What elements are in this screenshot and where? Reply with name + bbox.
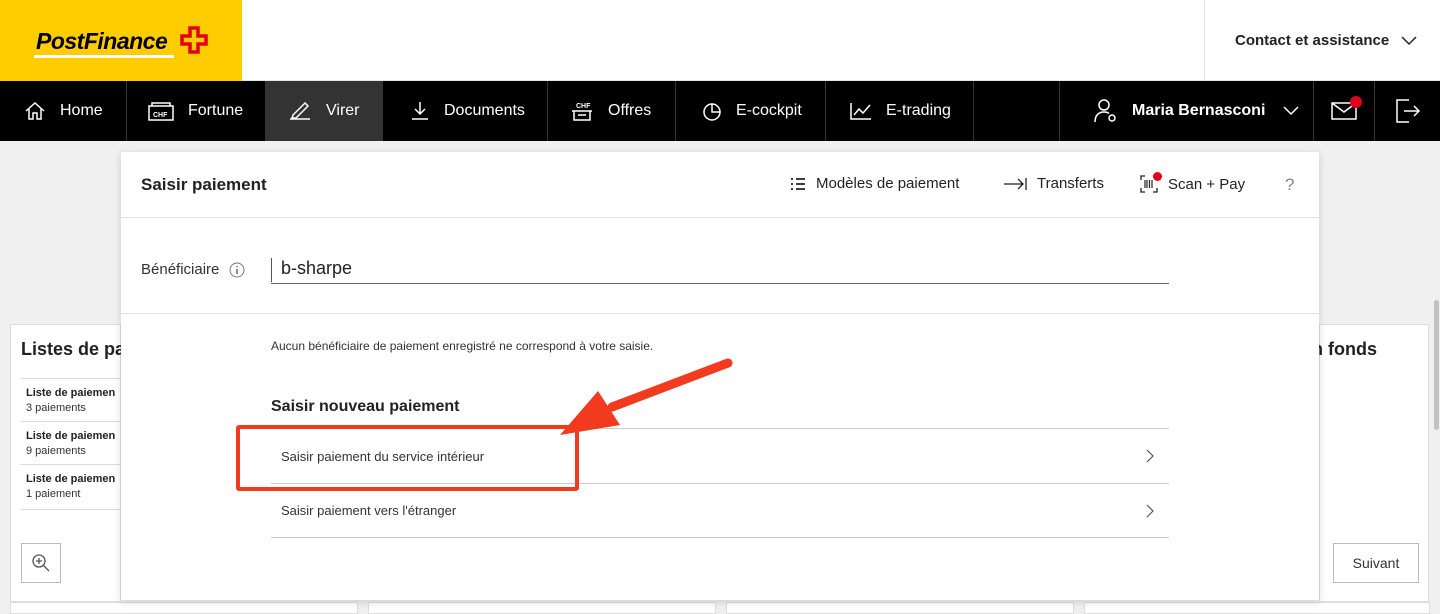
list-title: Liste de paiemen — [26, 387, 116, 399]
payment-lists-title: Listes de pa — [21, 339, 126, 359]
nav-label-etrading: E-trading — [886, 102, 951, 119]
main-nav: Home CHF Fortune Virer Documents CHF Off… — [0, 81, 1440, 141]
messages-button[interactable] — [1314, 81, 1375, 141]
no-match-message: Aucun bénéficiaire de paiement enregistr… — [271, 339, 654, 353]
list-count: 1 paiement — [26, 488, 81, 500]
zoom-button[interactable] — [21, 543, 61, 583]
payment-templates-label: Modèles de paiement — [816, 175, 960, 192]
user-menu[interactable]: Maria Bernasconi — [1059, 81, 1314, 141]
contact-assistance-menu[interactable]: Contact et assistance — [1204, 0, 1440, 81]
beneficiary-input[interactable] — [271, 254, 1169, 284]
home-icon — [25, 101, 45, 120]
user-name: Maria Bernasconi — [1132, 102, 1266, 119]
scan-pay-label: Scan + Pay — [1168, 175, 1246, 193]
nav-item-documents[interactable]: Documents — [383, 81, 548, 141]
beneficiary-label-group: Bénéficiaire — [141, 261, 245, 278]
new-payment-title: Saisir nouveau paiement — [271, 398, 460, 415]
list-title: Liste de paiemen — [26, 473, 116, 485]
foreign-payment-option[interactable]: Saisir paiement vers l'étranger — [271, 483, 1169, 538]
chevron-right-icon — [1146, 449, 1154, 463]
dialog-title: Saisir paiement — [141, 175, 267, 194]
user-settings-icon — [1094, 99, 1116, 123]
payment-list-item[interactable]: Liste de paiemen 9 paiements — [20, 421, 120, 457]
nav-item-fortune[interactable]: CHF Fortune — [127, 81, 266, 141]
svg-text:CHF: CHF — [153, 112, 168, 119]
bottom-card — [726, 602, 1074, 614]
transfers-link[interactable]: Transferts — [1003, 175, 1104, 192]
nav-label-ecockpit: E-cockpit — [736, 102, 802, 119]
chf-wallet-icon: CHF — [148, 102, 174, 121]
chevron-down-icon — [1283, 106, 1299, 116]
zoom-in-icon — [32, 554, 50, 572]
scrollbar-thumb[interactable] — [1434, 300, 1439, 430]
bottom-card — [368, 602, 716, 614]
payment-list-item[interactable]: Liste de paiemen 1 paiement — [20, 464, 120, 510]
list-icon — [791, 177, 805, 190]
nav-item-ecockpit[interactable]: E-cockpit — [676, 81, 826, 141]
nav-label-fortune: Fortune — [188, 102, 244, 119]
download-icon — [412, 102, 428, 120]
nav-label-documents: Documents — [444, 102, 525, 119]
nav-item-etrading[interactable]: E-trading — [826, 81, 974, 141]
nav-item-offres[interactable]: CHF Offres — [548, 81, 676, 141]
logout-button[interactable] — [1375, 81, 1440, 141]
funds-title: n fonds — [1312, 339, 1377, 359]
arrow-right-bar-icon — [1004, 177, 1027, 190]
trend-chart-icon — [850, 103, 871, 120]
list-count: 3 paiements — [26, 402, 86, 414]
dialog-header: Saisir paiement Modèles de paiement Tran… — [121, 152, 1319, 218]
nav-label-home: Home — [60, 102, 103, 119]
bottom-card — [1084, 602, 1430, 614]
chf-box-icon: CHF — [572, 103, 592, 121]
svg-text:CHF: CHF — [576, 103, 591, 110]
pie-chart-icon — [703, 103, 721, 121]
beneficiary-label: Bénéficiaire — [141, 261, 220, 278]
logo-wordmark: PostFinance — [36, 28, 168, 54]
foreign-payment-label: Saisir paiement vers l'étranger — [281, 503, 457, 518]
top-header: PostFinance Contact et assistance — [0, 0, 1440, 81]
bottom-card — [10, 602, 358, 614]
list-title: Liste de paiemen — [26, 430, 116, 442]
postfinance-logo[interactable]: PostFinance — [0, 0, 242, 81]
help-button[interactable]: ? — [1285, 175, 1294, 195]
list-count: 9 paiements — [26, 445, 86, 457]
chevron-right-icon — [1146, 504, 1154, 518]
nav-item-home[interactable]: Home — [0, 81, 127, 141]
info-icon[interactable] — [229, 262, 245, 278]
notification-dot — [1350, 96, 1362, 108]
swiss-cross-icon — [180, 26, 208, 54]
nav-label-virer: Virer — [326, 102, 360, 119]
annotation-highlight-box — [236, 425, 579, 491]
payment-templates-link[interactable]: Modèles de paiement — [790, 175, 959, 192]
input-left-tick — [271, 258, 272, 282]
logo-underline — [34, 55, 174, 58]
nav-label-offres: Offres — [608, 102, 652, 119]
annotation-arrow-icon — [560, 358, 733, 435]
beneficiary-row: Bénéficiaire — [121, 218, 1319, 314]
logout-icon — [1395, 99, 1420, 123]
nav-item-virer[interactable]: Virer — [266, 81, 383, 141]
pen-icon — [290, 101, 310, 120]
payment-list-item[interactable]: Liste de paiemen 3 paiements — [20, 378, 120, 414]
scan-pay-notification-dot — [1153, 172, 1162, 181]
next-button[interactable]: Suivant — [1333, 543, 1419, 583]
contact-label: Contact et assistance — [1235, 32, 1390, 49]
transfers-label: Transferts — [1037, 175, 1104, 192]
chevron-down-icon — [1401, 35, 1417, 45]
